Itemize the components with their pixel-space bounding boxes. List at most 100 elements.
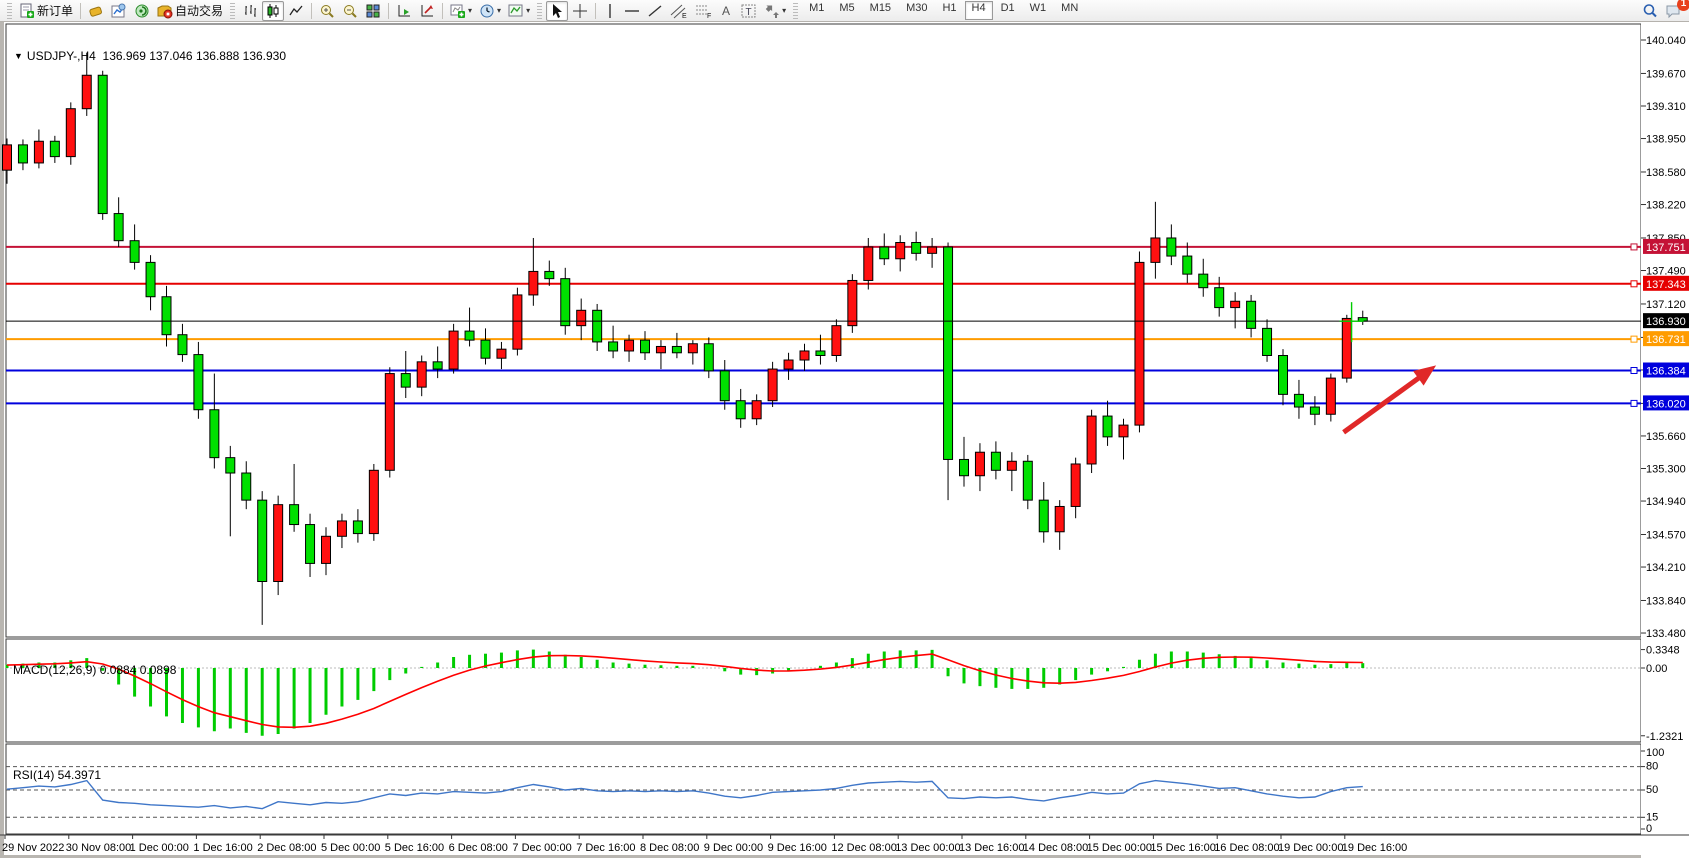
clock-icon [479,3,495,19]
svg-text:14 Dec 08:00: 14 Dec 08:00 [1023,842,1088,854]
svg-text:16 Dec 08:00: 16 Dec 08:00 [1214,842,1279,854]
toolbar-grip[interactable] [230,3,235,19]
timeframe-button-H4[interactable]: H4 [965,1,993,20]
new-order-icon [19,3,35,19]
auto-trading-icon [157,3,173,19]
svg-text:139.310: 139.310 [1646,101,1686,113]
svg-text:0.3348: 0.3348 [1646,645,1680,657]
svg-text:137.343: 137.343 [1646,279,1686,291]
toolbar-grip[interactable] [537,3,542,19]
toolbar-grip[interactable] [793,3,798,19]
equidistant-channel-icon: E [670,3,688,19]
cursor-icon [549,3,565,19]
timeframe-group: M1M5M15M30H1H4D1W1MN [802,1,1085,20]
svg-text:0: 0 [1646,823,1652,835]
search-icon [1642,3,1658,19]
template-icon [508,3,524,19]
search-button[interactable] [1639,1,1661,21]
auto-scroll-button[interactable] [416,1,438,21]
svg-text:134.210: 134.210 [1646,562,1686,574]
macd-indicator-label: MACD(12,26,9) 0.0884 0.0898 [13,663,176,677]
timeframe-button-MN[interactable]: MN [1054,1,1085,20]
svg-text:1 Dec 16:00: 1 Dec 16:00 [193,842,252,854]
svg-text:1 Dec 00:00: 1 Dec 00:00 [130,842,189,854]
timeframe-button-M1[interactable]: M1 [802,1,831,20]
timeframe-button-H1[interactable]: H1 [935,1,963,20]
svg-text:136.384: 136.384 [1646,366,1686,378]
svg-text:30 Nov 08:00: 30 Nov 08:00 [66,842,131,854]
svg-text:15 Dec 16:00: 15 Dec 16:00 [1150,842,1215,854]
svg-text:8 Dec 08:00: 8 Dec 08:00 [640,842,699,854]
rsi-indicator-label: RSI(14) 54.3971 [13,768,101,782]
chevron-down-icon: ▾ [782,6,786,15]
timeframe-button-W1[interactable]: W1 [1023,1,1054,20]
market-watch-icon [88,3,104,19]
fibonacci-icon: F [695,3,713,19]
tile-windows-icon [365,3,381,19]
svg-text:50: 50 [1646,784,1658,796]
text-tool-button[interactable]: A [717,1,737,21]
svg-text:T: T [746,7,752,18]
chart-upload-button[interactable] [108,1,130,21]
svg-text:5 Dec 00:00: 5 Dec 00:00 [321,842,380,854]
line-chart-mode-button[interactable] [285,1,307,21]
text-label-tool-button[interactable]: T [738,1,760,21]
svg-text:135.300: 135.300 [1646,463,1686,475]
zoom-in-icon [319,3,335,19]
toolbar-grip[interactable] [7,3,12,19]
zoom-out-button[interactable] [339,1,361,21]
trendline-tool-button[interactable] [644,1,666,21]
bar-chart-mode-button[interactable] [239,1,261,21]
market-watch-button[interactable] [85,1,107,21]
svg-text:139.670: 139.670 [1646,68,1686,80]
new-order-label: 新订单 [37,2,73,19]
fibonacci-tool-button[interactable]: F [692,1,716,21]
timeframe-button-M15[interactable]: M15 [863,1,898,20]
new-order-button[interactable]: 新订单 [16,1,76,21]
collapse-triangle-icon[interactable]: ▼ [14,51,23,61]
chart-shift-button[interactable] [393,1,415,21]
template-button[interactable]: ▾ [505,1,533,21]
svg-text:15: 15 [1646,811,1658,823]
new-chart-button[interactable]: ▾ [447,1,475,21]
channel-tool-button[interactable]: E [667,1,691,21]
svg-text:15 Dec 00:00: 15 Dec 00:00 [1087,842,1152,854]
timeframe-button-M5[interactable]: M5 [832,1,861,20]
svg-text:137.751: 137.751 [1646,242,1686,254]
chevron-down-icon: ▾ [526,6,530,15]
svg-text:80: 80 [1646,761,1658,773]
timeframe-button-D1[interactable]: D1 [994,1,1022,20]
horizontal-line-tool-button[interactable] [621,1,643,21]
svg-text:135.660: 135.660 [1646,431,1686,443]
timeframe-button-M30[interactable]: M30 [899,1,934,20]
main-toolbar: 新订单 自动交易 ▾ ▾ [0,0,1689,22]
crosshair-icon [572,3,588,19]
tile-windows-button[interactable] [362,1,384,21]
arrows-icon [764,3,780,19]
signal-button[interactable] [131,1,153,21]
vertical-line-tool-button[interactable] [600,1,620,21]
crosshair-tool-button[interactable] [569,1,591,21]
svg-text:12 Dec 08:00: 12 Dec 08:00 [831,842,896,854]
svg-text:13 Dec 16:00: 13 Dec 16:00 [959,842,1024,854]
line-chart-icon [288,3,304,19]
svg-text:0.00: 0.00 [1646,663,1667,675]
candlestick-icon [265,3,281,19]
zoom-in-button[interactable] [316,1,338,21]
price-chart[interactable]: 140.040139.670139.310138.950138.580138.2… [0,22,1689,858]
period-clock-button[interactable]: ▾ [476,1,504,21]
cursor-tool-button[interactable] [546,1,568,21]
chat-button[interactable]: 1 [1662,1,1685,21]
arrows-tool-button[interactable]: ▾ [761,1,789,21]
chart-symbol-period: USDJPY-,H4 [27,49,96,63]
svg-text:9 Dec 00:00: 9 Dec 00:00 [704,842,763,854]
auto-trading-button[interactable]: 自动交易 [154,1,226,21]
chart-upload-icon [111,3,127,19]
notification-badge: 1 [1677,0,1689,11]
svg-text:F: F [707,13,711,19]
chart-shift-icon [396,3,412,19]
svg-text:134.570: 134.570 [1646,529,1686,541]
svg-text:2 Dec 08:00: 2 Dec 08:00 [257,842,316,854]
svg-text:133.840: 133.840 [1646,595,1686,607]
candlestick-mode-button[interactable] [262,1,284,21]
